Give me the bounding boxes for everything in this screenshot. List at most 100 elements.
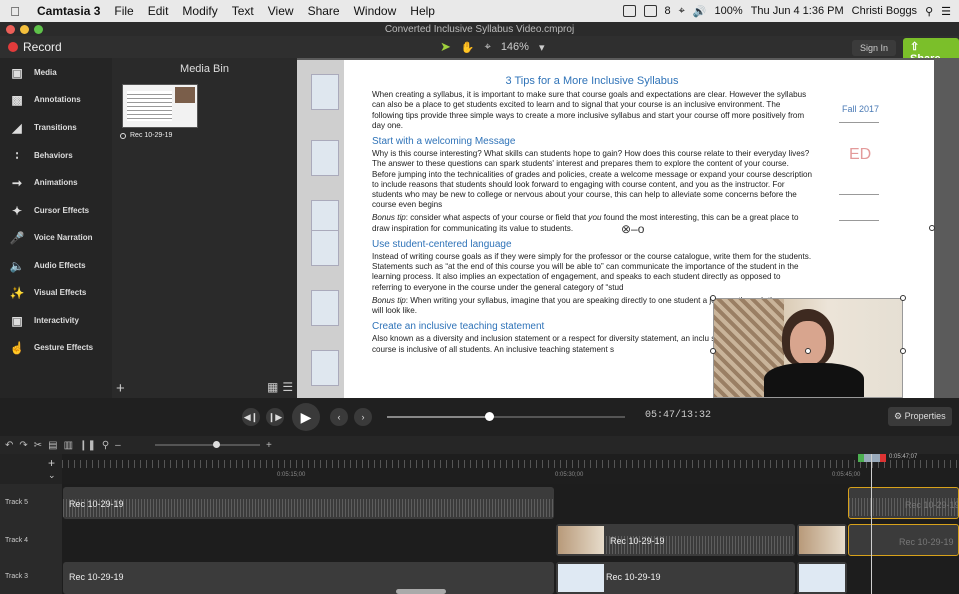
grid-view-icon[interactable]: ▦ [267, 380, 278, 394]
paste-icon[interactable]: ▥ [64, 440, 73, 451]
timeline-clip[interactable] [797, 562, 847, 594]
menu-window[interactable]: Window [347, 4, 404, 18]
next-button[interactable]: › [354, 408, 372, 426]
zoom-out-search-icon[interactable]: ⚲ [102, 440, 109, 451]
menu-list-icon[interactable]: ☰ [941, 5, 951, 18]
view-toggle: ▦ ☰ [267, 380, 293, 394]
page-thumbnail [311, 74, 339, 110]
preview-canvas[interactable]: 3 Tips for a More Inclusive Syllabus Whe… [297, 58, 959, 398]
search-icon[interactable]: ⚲ [925, 5, 933, 18]
signin-button[interactable]: Sign In [852, 40, 897, 56]
battery-percent[interactable]: 100% [715, 5, 743, 17]
share-icon: ⇧ [910, 41, 920, 53]
webcam-person-face [790, 321, 826, 365]
menu-help[interactable]: Help [403, 4, 442, 18]
split-icon[interactable]: ❙❚ [79, 440, 96, 451]
sidebar-item-voice-narration[interactable]: 🎤 Voice Narration [0, 224, 112, 251]
timeline-clip[interactable]: Rec 10-29-19 [848, 524, 959, 556]
scrubber-knob[interactable] [485, 412, 495, 421]
timeline-clip[interactable]: Rec 10-29-19 [63, 562, 554, 594]
volume-icon[interactable]: 🔊 [693, 5, 707, 18]
resize-handle[interactable] [900, 295, 906, 301]
scrubber[interactable] [387, 412, 625, 421]
window-titlebar: Converted Inclusive Syllabus Video.cmpro… [0, 22, 959, 36]
ruler-label: 0:05:45;00 [832, 472, 861, 478]
sidebar-item-visual-effects[interactable]: ✨ Visual Effects [0, 279, 112, 306]
sidebar-item-gesture-effects[interactable]: ☝ Gesture Effects [0, 334, 112, 361]
add-track-icon[interactable]: + [48, 456, 55, 470]
media-bin-title: Media Bin [180, 63, 229, 75]
timeline-clip[interactable] [797, 524, 847, 556]
timeline-clip[interactable]: Rec 10-29-19 [556, 562, 795, 594]
track-header[interactable]: Track 4 [0, 521, 62, 559]
status-app-icon[interactable] [622, 5, 636, 17]
pan-tool-icon[interactable]: ✋ [461, 41, 475, 54]
bonus-tip-label: Bonus tip [372, 295, 406, 305]
media-thumbnail[interactable] [122, 84, 198, 128]
sidebar-item-cursor-effects[interactable]: ✦ Cursor Effects [0, 197, 112, 224]
step-forward-button[interactable]: ❙▶ [266, 408, 284, 426]
menu-share[interactable]: Share [301, 4, 347, 18]
previous-button[interactable]: ‹ [330, 408, 348, 426]
sidebar-item-transitions[interactable]: ◢ Transitions [0, 114, 112, 141]
sidebar-item-audio-effects[interactable]: 🔈 Audio Effects [0, 252, 112, 279]
cut-icon[interactable]: ✂ [34, 440, 42, 451]
zoom-slider-knob[interactable] [213, 441, 220, 448]
zoom-out-icon[interactable]: – [115, 440, 121, 451]
properties-button[interactable]: ⚙ Properties [888, 407, 952, 426]
menu-edit[interactable]: Edit [141, 4, 176, 18]
redo-icon[interactable]: ↷ [19, 440, 27, 451]
undo-icon[interactable]: ↶ [5, 440, 13, 451]
playhead-handle[interactable] [858, 454, 886, 462]
resize-handle[interactable] [929, 225, 935, 231]
record-button[interactable]: Record [0, 40, 62, 54]
sidebar-item-behaviors[interactable]: ∶ Behaviors [0, 142, 112, 169]
resize-handle[interactable] [710, 295, 716, 301]
clip-label: Rec 10-29-19 [899, 537, 954, 547]
user-name[interactable]: Christi Boggs [852, 5, 917, 17]
chevron-down-icon[interactable]: ⌄ [48, 470, 56, 481]
bonus-tip-label: Bonus tip [372, 213, 406, 223]
chevron-down-icon[interactable]: ▾ [539, 41, 545, 54]
track-header[interactable]: Track 3 [0, 559, 62, 594]
sidebar-item-interactivity[interactable]: ▣ Interactivity [0, 307, 112, 334]
menu-file[interactable]: File [107, 4, 140, 18]
timeline-clip[interactable]: Rec 10-29-19 [63, 487, 554, 519]
sidebar-item-annotations[interactable]: ▩ Annotations [0, 86, 112, 113]
add-media-button[interactable]: + [116, 380, 125, 397]
copy-icon[interactable]: ▤ [48, 440, 57, 451]
timeline-clip[interactable]: Rec 10-29-19 [848, 487, 959, 519]
ruler-label: 0:05:30;00 [555, 472, 584, 478]
crop-tool-icon[interactable]: ⌖ [485, 41, 491, 54]
playhead-time: 0:05:47;07 [889, 454, 918, 460]
menu-app-name[interactable]: Camtasia 3 [30, 4, 107, 18]
page-thumbnail [311, 290, 339, 326]
sidebar-item-media[interactable]: ▣ Media [0, 59, 112, 86]
zoom-level[interactable]: 146% [501, 41, 529, 53]
select-tool-icon[interactable]: ➤ [440, 39, 451, 55]
clock[interactable]: Thu Jun 4 1:36 PM [751, 5, 844, 17]
timeline-scrollbar[interactable] [396, 589, 446, 594]
menu-modify[interactable]: Modify [175, 4, 224, 18]
resize-handle[interactable] [900, 348, 906, 354]
timeline-zoom-slider[interactable] [155, 441, 260, 448]
status-badge[interactable]: 8 [665, 5, 671, 17]
sidebar-item-label: Annotations [34, 95, 81, 104]
timeline-ruler[interactable]: + ⌄ 0:05:15;00 0:05:30;00 0:05:45;00 0:0… [0, 454, 959, 484]
list-view-icon[interactable]: ☰ [282, 380, 293, 394]
step-back-button[interactable]: ◀❙ [242, 408, 260, 426]
status-app-icon[interactable] [643, 5, 657, 17]
menu-text[interactable]: Text [225, 4, 261, 18]
mac-menubar:  Camtasia 3 File Edit Modify Text View … [0, 0, 959, 22]
wifi-icon[interactable]: ⌖ [679, 5, 685, 18]
audio-waveform [63, 499, 554, 517]
zoom-in-icon[interactable]: + [266, 440, 272, 451]
timeline-clip[interactable]: Rec 10-29-19 [556, 524, 795, 556]
resize-handle[interactable] [710, 348, 716, 354]
track-header[interactable]: Track 5 [0, 484, 62, 521]
rotate-handle[interactable] [805, 348, 811, 354]
play-button[interactable]: ▶ [292, 403, 320, 431]
menu-view[interactable]: View [261, 4, 301, 18]
sidebar-item-animations[interactable]: ➞ Animations [0, 169, 112, 196]
apple-icon[interactable]:  [0, 4, 30, 19]
